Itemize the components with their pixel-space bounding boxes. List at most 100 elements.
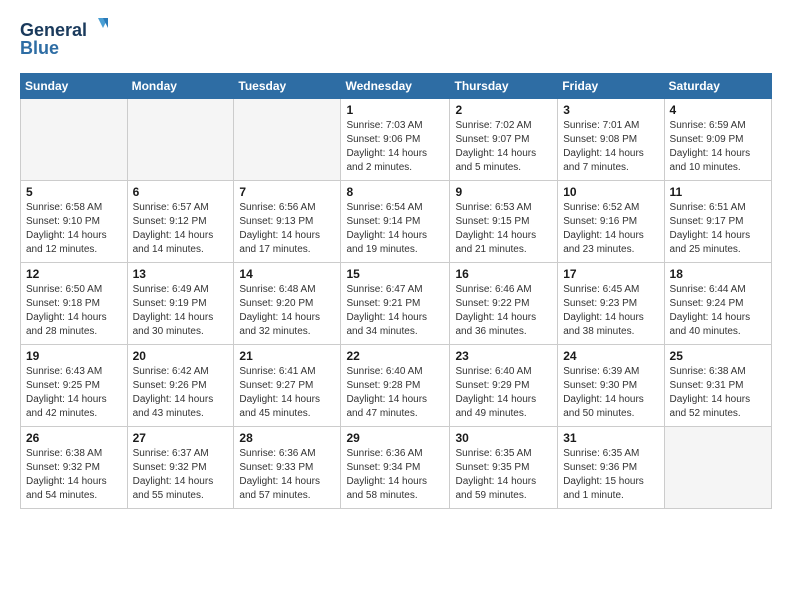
day-info: Sunrise: 6:35 AM Sunset: 9:35 PM Dayligh…: [455, 447, 552, 503]
weekday-header-row: SundayMondayTuesdayWednesdayThursdayFrid…: [21, 74, 772, 99]
day-info: Sunrise: 6:59 AM Sunset: 9:09 PM Dayligh…: [670, 119, 766, 175]
weekday-header-friday: Friday: [558, 74, 664, 99]
day-number: 19: [26, 349, 122, 363]
day-info: Sunrise: 6:38 AM Sunset: 9:31 PM Dayligh…: [670, 365, 766, 421]
calendar-cell: [664, 427, 771, 509]
day-info: Sunrise: 6:56 AM Sunset: 9:13 PM Dayligh…: [239, 201, 335, 257]
day-number: 12: [26, 267, 122, 281]
day-number: 20: [133, 349, 229, 363]
calendar-cell: 6 Sunrise: 6:57 AM Sunset: 9:12 PM Daylig…: [127, 181, 234, 263]
logo: General Blue: [20, 16, 110, 61]
week-row-0: 1 Sunrise: 7:03 AM Sunset: 9:06 PM Daylig…: [21, 99, 772, 181]
calendar-cell: 13 Sunrise: 6:49 AM Sunset: 9:19 PM Dayli…: [127, 263, 234, 345]
day-number: 11: [670, 185, 766, 199]
calendar-cell: 18Sunrise: 6:44 AM Sunset: 9:24 PM Dayli…: [664, 263, 771, 345]
day-info: Sunrise: 6:36 AM Sunset: 9:34 PM Dayligh…: [346, 447, 444, 503]
calendar-cell: 8 Sunrise: 6:54 AM Sunset: 9:14 PM Daylig…: [341, 181, 450, 263]
calendar-cell: 26 Sunrise: 6:38 AM Sunset: 9:32 PM Dayli…: [21, 427, 128, 509]
day-info: Sunrise: 6:38 AM Sunset: 9:32 PM Dayligh…: [26, 447, 122, 503]
calendar-table: SundayMondayTuesdayWednesdayThursdayFrid…: [20, 73, 772, 509]
calendar-cell: 2Sunrise: 7:02 AM Sunset: 9:07 PM Daylig…: [450, 99, 558, 181]
day-number: 1: [346, 103, 444, 117]
day-info: Sunrise: 6:39 AM Sunset: 9:30 PM Dayligh…: [563, 365, 658, 421]
day-number: 6: [133, 185, 229, 199]
day-number: 15: [346, 267, 444, 281]
day-number: 7: [239, 185, 335, 199]
day-info: Sunrise: 6:48 AM Sunset: 9:20 PM Dayligh…: [239, 283, 335, 339]
calendar-cell: 9Sunrise: 6:53 AM Sunset: 9:15 PM Daylig…: [450, 181, 558, 263]
weekday-header-monday: Monday: [127, 74, 234, 99]
day-number: 10: [563, 185, 658, 199]
day-number: 3: [563, 103, 658, 117]
day-number: 24: [563, 349, 658, 363]
day-info: Sunrise: 6:37 AM Sunset: 9:32 PM Dayligh…: [133, 447, 229, 503]
calendar-cell: 19 Sunrise: 6:43 AM Sunset: 9:25 PM Dayli…: [21, 345, 128, 427]
logo-svg: General Blue: [20, 16, 110, 61]
day-number: 4: [670, 103, 766, 117]
day-info: Sunrise: 7:03 AM Sunset: 9:06 PM Dayligh…: [346, 119, 444, 175]
day-info: Sunrise: 6:58 AM Sunset: 9:10 PM Dayligh…: [26, 201, 122, 257]
day-info: Sunrise: 6:50 AM Sunset: 9:18 PM Dayligh…: [26, 283, 122, 339]
day-info: Sunrise: 6:52 AM Sunset: 9:16 PM Dayligh…: [563, 201, 658, 257]
day-number: 18: [670, 267, 766, 281]
day-info: Sunrise: 6:40 AM Sunset: 9:28 PM Dayligh…: [346, 365, 444, 421]
day-number: 27: [133, 431, 229, 445]
day-number: 8: [346, 185, 444, 199]
day-info: Sunrise: 6:54 AM Sunset: 9:14 PM Dayligh…: [346, 201, 444, 257]
calendar-cell: 7 Sunrise: 6:56 AM Sunset: 9:13 PM Daylig…: [234, 181, 341, 263]
day-info: Sunrise: 6:47 AM Sunset: 9:21 PM Dayligh…: [346, 283, 444, 339]
day-number: 23: [455, 349, 552, 363]
calendar-cell: 10 Sunrise: 6:52 AM Sunset: 9:16 PM Dayli…: [558, 181, 664, 263]
day-info: Sunrise: 6:51 AM Sunset: 9:17 PM Dayligh…: [670, 201, 766, 257]
day-info: Sunrise: 6:49 AM Sunset: 9:19 PM Dayligh…: [133, 283, 229, 339]
day-info: Sunrise: 6:41 AM Sunset: 9:27 PM Dayligh…: [239, 365, 335, 421]
weekday-header-sunday: Sunday: [21, 74, 128, 99]
weekday-header-tuesday: Tuesday: [234, 74, 341, 99]
day-number: 30: [455, 431, 552, 445]
day-number: 22: [346, 349, 444, 363]
calendar-cell: 1 Sunrise: 7:03 AM Sunset: 9:06 PM Daylig…: [341, 99, 450, 181]
day-info: Sunrise: 7:02 AM Sunset: 9:07 PM Dayligh…: [455, 119, 552, 175]
day-info: Sunrise: 6:53 AM Sunset: 9:15 PM Dayligh…: [455, 201, 552, 257]
week-row-1: 5 Sunrise: 6:58 AM Sunset: 9:10 PM Daylig…: [21, 181, 772, 263]
day-info: Sunrise: 6:35 AM Sunset: 9:36 PM Dayligh…: [563, 447, 658, 503]
calendar-cell: [127, 99, 234, 181]
svg-text:General: General: [20, 20, 87, 40]
day-info: Sunrise: 7:01 AM Sunset: 9:08 PM Dayligh…: [563, 119, 658, 175]
calendar-cell: 25Sunrise: 6:38 AM Sunset: 9:31 PM Dayli…: [664, 345, 771, 427]
calendar-cell: 14Sunrise: 6:48 AM Sunset: 9:20 PM Dayli…: [234, 263, 341, 345]
page: General Blue SundayMondayTuesdayWednesda…: [0, 0, 792, 519]
calendar-cell: 31 Sunrise: 6:35 AM Sunset: 9:36 PM Dayli…: [558, 427, 664, 509]
calendar-cell: 20Sunrise: 6:42 AM Sunset: 9:26 PM Dayli…: [127, 345, 234, 427]
day-info: Sunrise: 6:43 AM Sunset: 9:25 PM Dayligh…: [26, 365, 122, 421]
calendar-cell: 11 Sunrise: 6:51 AM Sunset: 9:17 PM Dayli…: [664, 181, 771, 263]
day-number: 13: [133, 267, 229, 281]
day-info: Sunrise: 6:45 AM Sunset: 9:23 PM Dayligh…: [563, 283, 658, 339]
calendar-cell: 21Sunrise: 6:41 AM Sunset: 9:27 PM Dayli…: [234, 345, 341, 427]
day-number: 28: [239, 431, 335, 445]
day-number: 16: [455, 267, 552, 281]
svg-text:Blue: Blue: [20, 38, 59, 58]
day-info: Sunrise: 6:36 AM Sunset: 9:33 PM Dayligh…: [239, 447, 335, 503]
week-row-3: 19 Sunrise: 6:43 AM Sunset: 9:25 PM Dayli…: [21, 345, 772, 427]
calendar-cell: 3 Sunrise: 7:01 AM Sunset: 9:08 PM Daylig…: [558, 99, 664, 181]
day-number: 31: [563, 431, 658, 445]
weekday-header-saturday: Saturday: [664, 74, 771, 99]
calendar-cell: 16 Sunrise: 6:46 AM Sunset: 9:22 PM Dayli…: [450, 263, 558, 345]
calendar-cell: 17Sunrise: 6:45 AM Sunset: 9:23 PM Dayli…: [558, 263, 664, 345]
calendar-cell: 15 Sunrise: 6:47 AM Sunset: 9:21 PM Dayli…: [341, 263, 450, 345]
day-info: Sunrise: 6:46 AM Sunset: 9:22 PM Dayligh…: [455, 283, 552, 339]
day-number: 5: [26, 185, 122, 199]
calendar-cell: 24 Sunrise: 6:39 AM Sunset: 9:30 PM Dayli…: [558, 345, 664, 427]
day-info: Sunrise: 6:57 AM Sunset: 9:12 PM Dayligh…: [133, 201, 229, 257]
calendar-cell: 4 Sunrise: 6:59 AM Sunset: 9:09 PM Daylig…: [664, 99, 771, 181]
calendar-cell: 5 Sunrise: 6:58 AM Sunset: 9:10 PM Daylig…: [21, 181, 128, 263]
calendar-cell: 23 Sunrise: 6:40 AM Sunset: 9:29 PM Dayli…: [450, 345, 558, 427]
calendar-cell: [234, 99, 341, 181]
day-number: 26: [26, 431, 122, 445]
day-info: Sunrise: 6:40 AM Sunset: 9:29 PM Dayligh…: [455, 365, 552, 421]
calendar-cell: 12 Sunrise: 6:50 AM Sunset: 9:18 PM Dayli…: [21, 263, 128, 345]
calendar-cell: 27 Sunrise: 6:37 AM Sunset: 9:32 PM Dayli…: [127, 427, 234, 509]
weekday-header-wednesday: Wednesday: [341, 74, 450, 99]
day-number: 29: [346, 431, 444, 445]
